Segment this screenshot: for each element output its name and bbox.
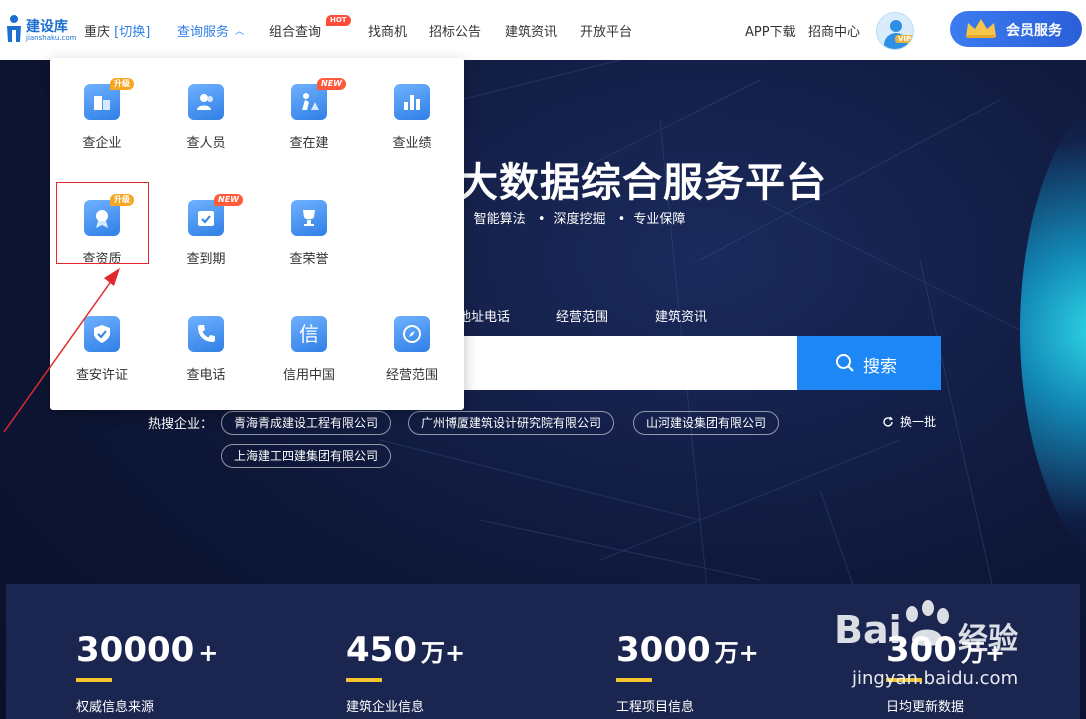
credit-icon-glyph: 信 — [299, 322, 319, 346]
menu-item-expiry[interactable]: NEW 查到期 — [154, 184, 258, 268]
hero-tag: 专业保障 — [633, 212, 686, 227]
hot-company-pill[interactable]: 广州博厦建筑设计研究院有限公司 — [408, 411, 615, 435]
menu-item-label: 查业绩 — [392, 136, 432, 151]
nav-query-service[interactable]: 查询服务 ︿ — [177, 21, 244, 40]
refresh-button[interactable]: 换一批 — [882, 413, 936, 430]
search-tab-construction-news[interactable]: 建筑资讯 — [655, 306, 707, 325]
hot-search-label: 热搜企业： — [148, 417, 214, 432]
crown-icon — [966, 19, 996, 38]
chevron-up-icon: ︿ — [235, 27, 245, 37]
menu-item-label: 查到期 — [186, 252, 226, 267]
hero-tags: •智能算法 •深度挖掘 •专业保障 — [458, 208, 693, 227]
hero-tag: 智能算法 — [473, 212, 526, 227]
stat-value: 3000 万+ — [616, 630, 759, 670]
nav-combined-query[interactable]: 组合查询 — [269, 21, 321, 40]
vip-tag: VIP — [895, 35, 913, 43]
compass-icon — [394, 316, 430, 352]
stat-underline — [346, 678, 382, 682]
top-header: 建设库 jianshaku.com 重庆 [切换] 查询服务 ︿ 组合查询 HOT… — [0, 0, 1086, 60]
search-icon — [836, 354, 854, 372]
nav-label: 组合查询 — [269, 25, 322, 40]
annotation-arrow — [3, 268, 120, 433]
nav-tender-notice[interactable]: 招标公告 — [429, 21, 481, 40]
stat-caption: 日均更新数据 — [886, 700, 965, 715]
paw-logo-icon — [906, 600, 949, 646]
search-button-label: 搜索 — [863, 357, 897, 377]
menu-item-under-construction[interactable]: NEW 查在建 — [257, 68, 361, 152]
annotation-highlight-box — [56, 182, 149, 264]
stat-underline — [616, 678, 652, 682]
menu-item-company[interactable]: 升级 查企业 — [50, 68, 154, 152]
hero-tag: 深度挖掘 — [553, 212, 606, 227]
credit-icon: 信 — [291, 316, 327, 352]
stat-block: 30000 + 权威信息来源 — [76, 630, 218, 715]
logo-name: 建设库 — [26, 19, 68, 35]
hero-title: 大数据综合服务平台 — [458, 160, 827, 206]
upgrade-badge: 升级 — [110, 78, 134, 90]
stat-block: 450 万+ 建筑企业信息 — [346, 630, 465, 715]
nav-label: 查询服务 — [177, 25, 230, 40]
hot-company-pill[interactable]: 山河建设集团有限公司 — [633, 411, 780, 435]
search-button[interactable]: 搜索 — [797, 336, 941, 390]
watermark-url: jingyan.baidu.com — [852, 668, 1019, 689]
menu-item-business-scope[interactable]: 经营范围 — [360, 300, 464, 384]
tag-dot: • — [617, 212, 626, 227]
menu-item-label: 查电话 — [186, 368, 226, 383]
logo-domain: jianshaku.com — [26, 34, 77, 42]
menu-item-performance[interactable]: 查业绩 — [360, 68, 464, 152]
hot-badge: HOT — [326, 15, 351, 26]
avatar-head — [890, 20, 902, 32]
watermark-brand: Bai — [834, 608, 902, 652]
stat-caption: 权威信息来源 — [76, 700, 155, 715]
logo-icon — [7, 15, 21, 42]
city-selector: 重庆 [切换] — [84, 21, 150, 40]
switch-city-link[interactable]: [切换] — [114, 25, 150, 40]
people-icon — [188, 84, 224, 120]
nav-construction-news[interactable]: 建筑资讯 — [505, 21, 557, 40]
menu-item-label: 信用中国 — [282, 368, 335, 383]
stat-value: 450 万+ — [346, 630, 466, 670]
menu-item-credit-china[interactable]: 信 信用中国 — [257, 300, 361, 384]
stat-block: 3000 万+ 工程项目信息 — [616, 630, 759, 715]
baidu-jingyan-watermark: Bai 经验 jingyan.baidu.com — [828, 596, 1078, 696]
menu-item-label: 查在建 — [289, 136, 329, 151]
hot-company-pill[interactable]: 青海青成建设工程有限公司 — [221, 411, 392, 435]
vip-avatar[interactable]: VIP — [876, 12, 914, 50]
menu-item-honor[interactable]: 查荣誉 — [257, 184, 361, 268]
new-badge: NEW — [317, 78, 346, 90]
menu-item-phone[interactable]: 查电话 — [154, 300, 258, 384]
new-badge: NEW — [214, 194, 243, 206]
tag-dot: • — [537, 212, 546, 227]
merchant-center-link[interactable]: 招商中心 — [808, 21, 860, 40]
search-box — [452, 336, 798, 390]
search-tab-address-phone[interactable]: 地址电话 — [458, 306, 510, 325]
search-input[interactable] — [458, 352, 788, 374]
search-tab-business-scope[interactable]: 经营范围 — [556, 306, 608, 325]
app-download-link[interactable]: APP下载 — [745, 21, 796, 40]
current-city: 重庆 — [84, 25, 111, 40]
watermark-brand-ext: 经验 — [958, 622, 1018, 657]
stat-caption: 建筑企业信息 — [346, 700, 425, 715]
trophy-icon — [291, 200, 327, 236]
nav-open-platform[interactable]: 开放平台 — [580, 21, 632, 40]
phone-icon — [188, 316, 224, 352]
menu-item-label: 查企业 — [82, 136, 122, 151]
member-button-label: 会员服务 — [1006, 23, 1062, 39]
refresh-label: 换一批 — [900, 415, 937, 429]
menu-item-label: 查人员 — [186, 136, 226, 151]
bar-chart-icon — [394, 84, 430, 120]
stat-underline — [76, 678, 112, 682]
menu-item-label: 经营范围 — [385, 368, 438, 383]
menu-item-label: 查荣誉 — [289, 252, 329, 267]
hot-company-pill[interactable]: 上海建工四建集团有限公司 — [221, 444, 392, 468]
menu-item-personnel[interactable]: 查人员 — [154, 68, 258, 152]
member-service-button[interactable]: 会员服务 — [950, 11, 1082, 47]
refresh-icon — [883, 416, 894, 427]
stat-caption: 工程项目信息 — [616, 700, 695, 715]
nav-find-business[interactable]: 找商机 — [368, 21, 407, 40]
stat-value: 30000 + — [76, 630, 219, 670]
